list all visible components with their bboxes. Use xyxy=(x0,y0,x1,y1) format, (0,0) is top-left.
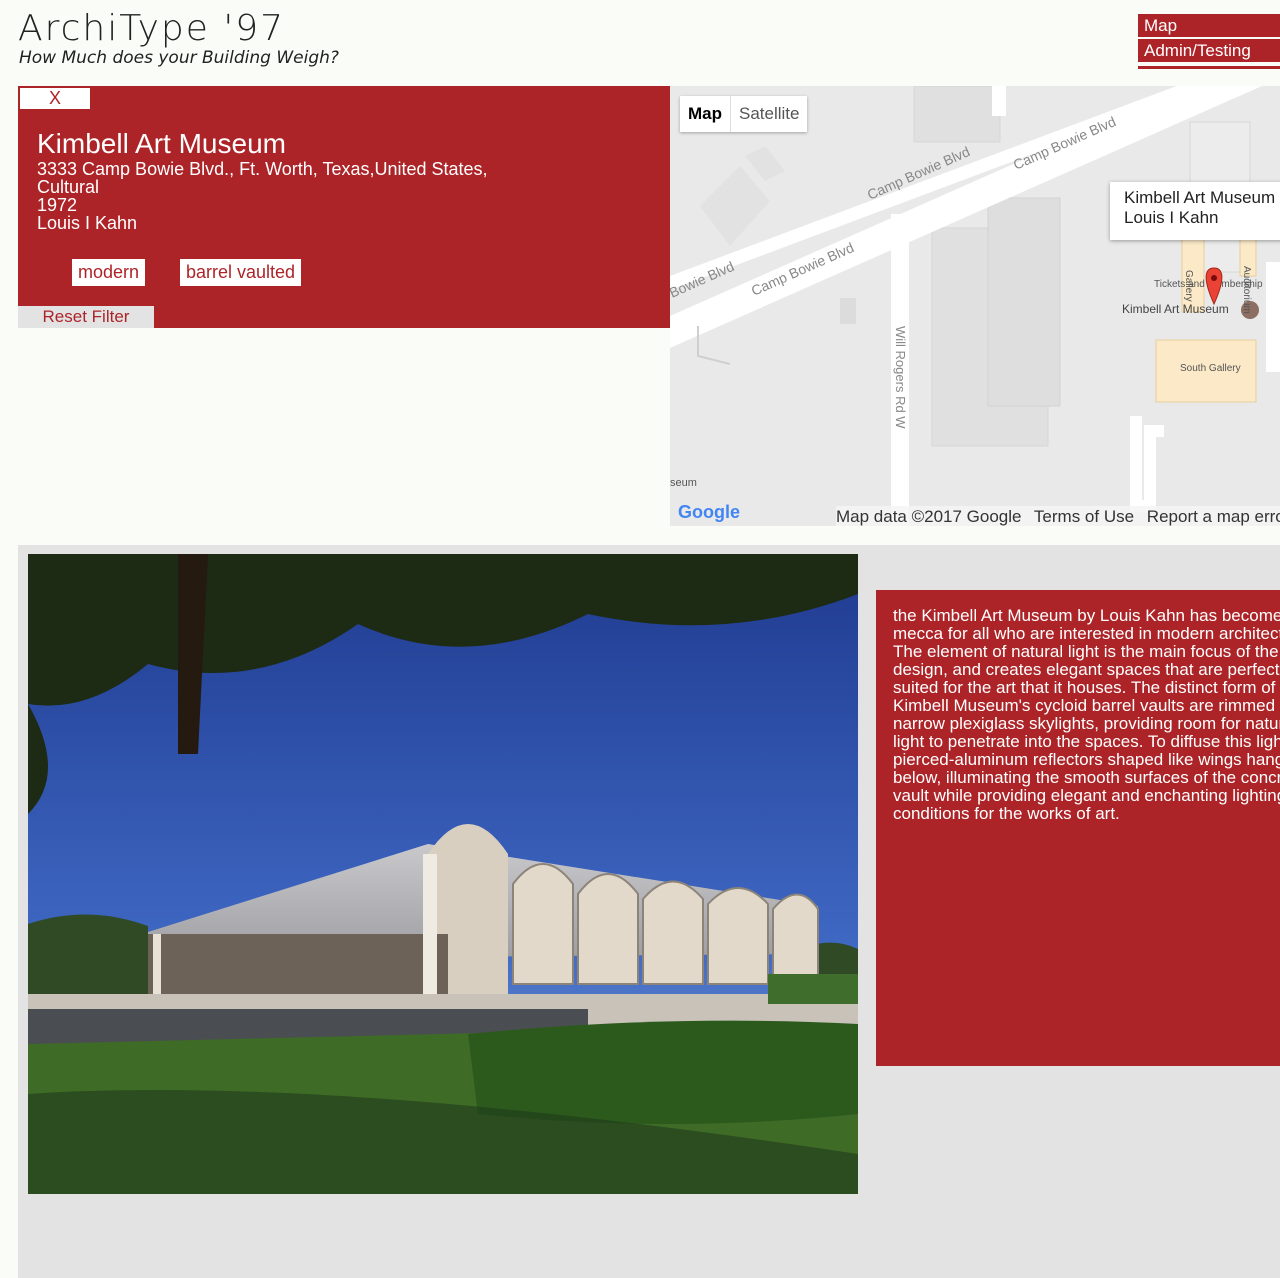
building-description: the Kimbell Art Museum by Louis Kahn has… xyxy=(893,606,1280,823)
map-type-satellite-button[interactable]: Satellite xyxy=(730,96,807,132)
poi-museum-label: Kimbell Art Museum xyxy=(1122,302,1229,316)
nav-admin-link[interactable]: Admin/Testing xyxy=(1138,39,1280,64)
building-type: Cultural xyxy=(37,177,100,197)
building-details: 3333 Camp Bowie Blvd., Ft. Worth, Texas,… xyxy=(37,160,488,232)
map-view[interactable]: Camp Bowie Blvd Camp Bowie Blvd Camp Bow… xyxy=(670,86,1280,526)
info-window-subtitle: Louis I Kahn xyxy=(1124,208,1219,227)
map-info-window: Kimbell Art Museum Louis I Kahn xyxy=(1110,182,1280,240)
tag-modern[interactable]: modern xyxy=(72,259,146,286)
building-name: Kimbell Art Museum xyxy=(37,128,286,159)
building-address: 3333 Camp Bowie Blvd., Ft. Worth, Texas,… xyxy=(37,159,488,179)
close-button[interactable]: X xyxy=(20,88,90,109)
building-info-panel: X Kimbell Art Museum 3333 Camp Bowie Blv… xyxy=(18,86,670,328)
top-nav: Map Admin/Testing xyxy=(1138,14,1280,69)
map-footer: Map data ©2017 Google Terms of Use Repor… xyxy=(836,506,1280,526)
site-subtitle: How Much does your Building Weigh? xyxy=(19,48,339,68)
tag-barrel-vaulted[interactable]: barrel vaulted xyxy=(180,259,302,286)
road-label: Will Rogers Rd W xyxy=(893,326,908,429)
reset-filter-button[interactable]: Reset Filter xyxy=(18,306,154,328)
building-photo xyxy=(28,554,858,1194)
map-data-text: Map data ©2017 Google xyxy=(836,507,1022,526)
building-year: 1972 xyxy=(37,195,78,215)
building-architect: Louis I Kahn xyxy=(37,213,138,233)
site-title: ArchiType '97 xyxy=(18,8,286,49)
info-window-title: Kimbell Art Museum xyxy=(1124,188,1276,207)
description-panel: the Kimbell Art Museum by Louis Kahn has… xyxy=(876,590,1280,1066)
map-edge-label: seum xyxy=(670,477,697,489)
terms-link[interactable]: Terms of Use xyxy=(1034,507,1134,526)
nav-map-link[interactable]: Map xyxy=(1138,14,1280,39)
map-type-map-button[interactable]: Map xyxy=(680,96,730,132)
poi-gallery-label: Gallery xyxy=(1183,270,1194,302)
detail-section: the Kimbell Art Museum by Louis Kahn has… xyxy=(18,545,1280,1278)
google-logo: Google xyxy=(678,502,740,522)
nav-divider xyxy=(1138,66,1280,69)
poi-south-gallery-label: South Gallery xyxy=(1180,363,1241,374)
map-canvas: Camp Bowie Blvd Camp Bowie Blvd Camp Bow… xyxy=(670,86,1280,526)
report-error-link[interactable]: Report a map error xyxy=(1147,507,1280,526)
poi-auditorium-label: Auditorium xyxy=(1241,266,1252,314)
map-type-control: Map Satellite xyxy=(680,96,808,132)
